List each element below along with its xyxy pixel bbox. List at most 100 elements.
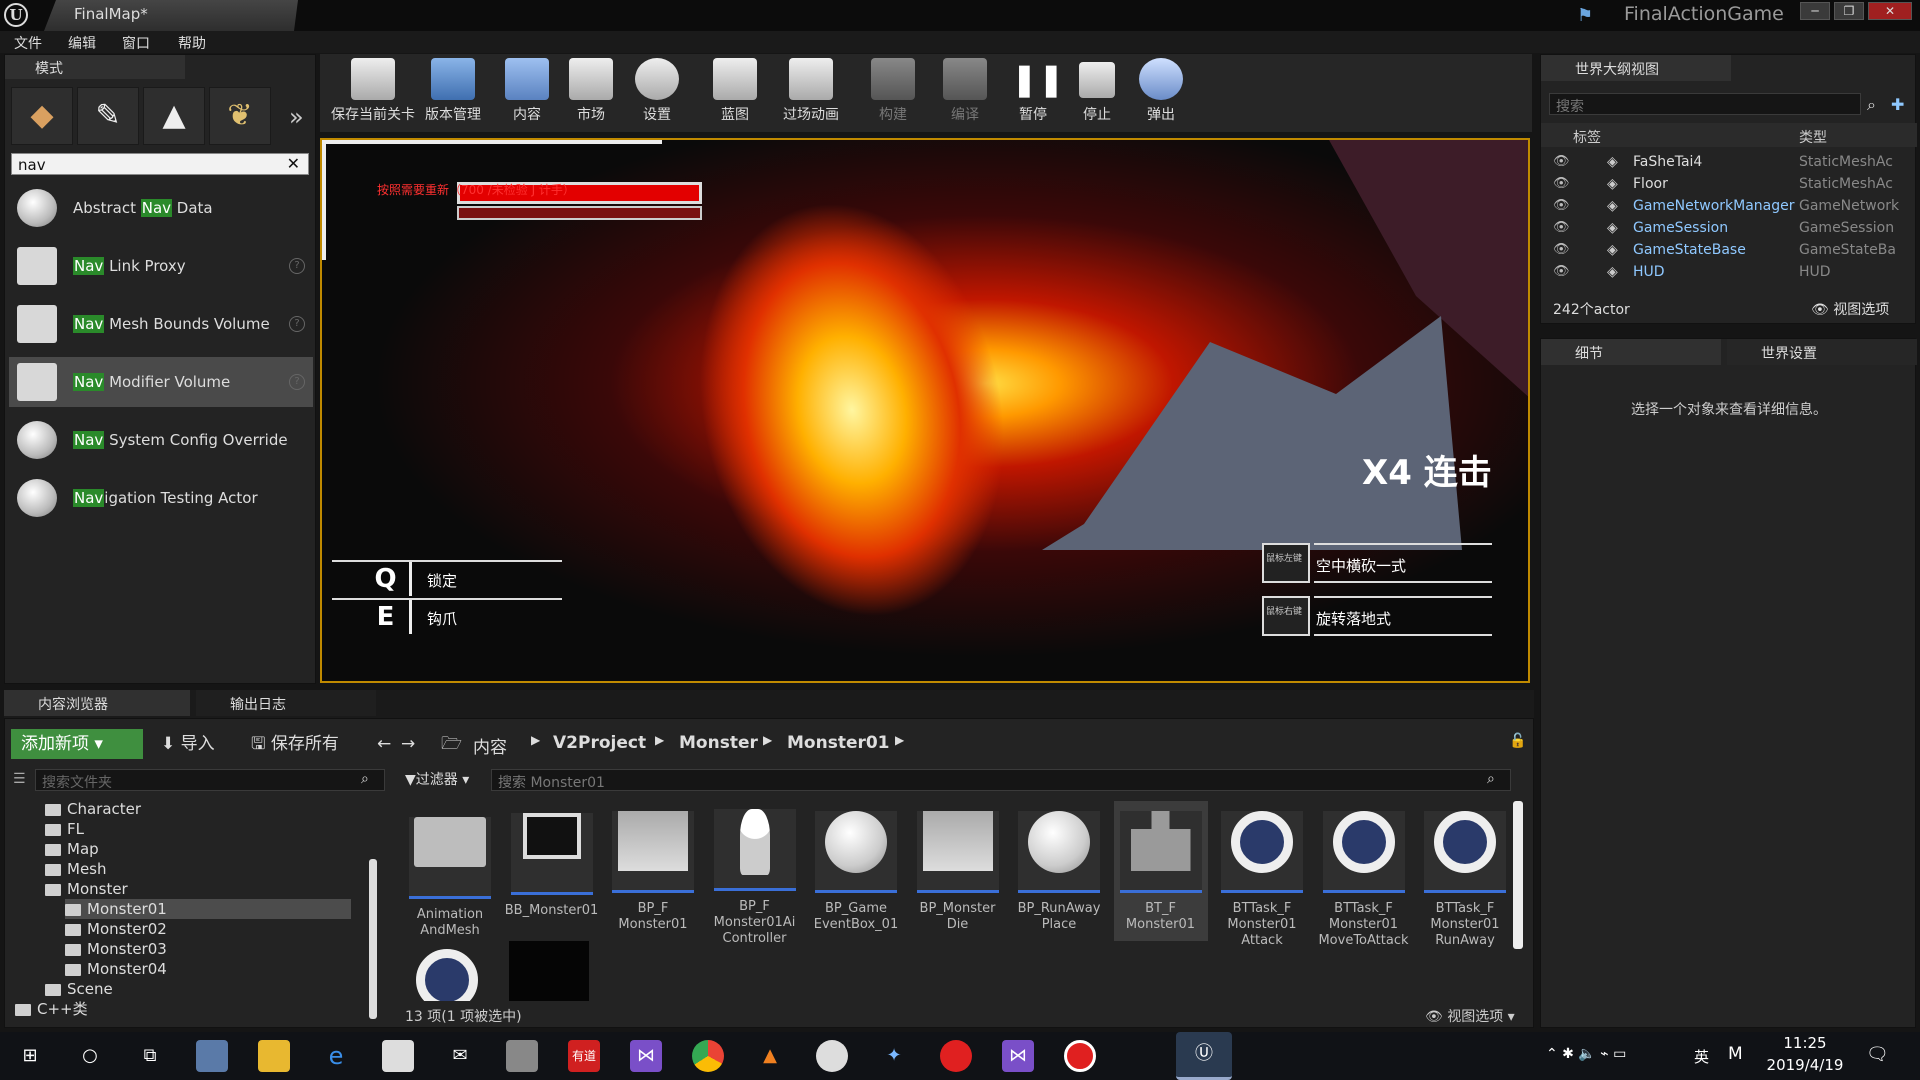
filters-button[interactable]: ▼过滤器 ▾ xyxy=(405,769,469,789)
clock-time[interactable]: 11:25 xyxy=(1770,1034,1840,1052)
mail-icon[interactable]: ✉ xyxy=(444,1040,476,1072)
youdao-icon[interactable]: 有道 xyxy=(568,1040,600,1072)
lock-icon[interactable]: 🔓 xyxy=(1509,733,1526,749)
class-search-input[interactable]: nav ✕ xyxy=(11,153,309,175)
nav-class-item[interactable]: Nav Link Proxy? xyxy=(9,241,313,291)
outliner-row[interactable]: 👁 ◈ GameSession GameSession xyxy=(1541,217,1901,239)
source-control-button[interactable]: 版本管理 xyxy=(418,58,488,130)
menu-window[interactable]: 窗口 xyxy=(122,33,150,53)
place-mode-icon[interactable]: ◆ xyxy=(11,87,73,145)
game-viewport[interactable]: 按照需要重新（700 /未检验 J 计手） X4 连击 Q 锁定 E 钩爪 鼠标… xyxy=(320,138,1530,683)
modes-tab[interactable]: 模式 xyxy=(5,55,185,79)
world-settings-tab[interactable]: 世界设置 xyxy=(1727,339,1917,365)
netease-music-icon[interactable] xyxy=(940,1040,972,1072)
store-icon[interactable] xyxy=(382,1040,414,1072)
nav-class-item[interactable]: Abstract Nav Data xyxy=(9,183,313,233)
task-view-icon[interactable]: ⧉ xyxy=(134,1040,166,1072)
folder-tree-item[interactable]: Map xyxy=(45,839,351,859)
menu-help[interactable]: 帮助 xyxy=(178,33,206,53)
document-tab[interactable]: FinalMap* xyxy=(44,0,298,31)
folder-tree-item[interactable]: Character xyxy=(45,799,351,819)
visibility-eye-icon[interactable]: 👁 xyxy=(1553,261,1570,283)
visibility-eye-icon[interactable]: 👁 xyxy=(1553,195,1570,217)
outliner-row[interactable]: 👁 ◈ HUD HUD xyxy=(1541,261,1901,283)
asset-tile[interactable]: BB_Monster01 xyxy=(505,801,599,941)
feedback-flag-icon[interactable]: ⚑ xyxy=(1577,5,1597,26)
asset-tile-partial[interactable] xyxy=(509,941,589,1001)
asset-tile[interactable]: BP_Monster Die xyxy=(911,801,1005,941)
folder-tree-item[interactable]: Monster01 xyxy=(65,899,351,919)
col-type[interactable]: 类型 xyxy=(1799,127,1827,147)
tray-icons[interactable]: ⌃ ✱ 🔈 ⌁ ▭ xyxy=(1546,1046,1626,1062)
breadcrumb-monster01[interactable]: Monster01 xyxy=(787,733,890,753)
search-icon[interactable]: ○ xyxy=(74,1040,106,1072)
outliner-search-input[interactable]: 搜索 xyxy=(1549,93,1861,115)
content-browser-tab[interactable]: 内容浏览器 xyxy=(4,690,190,716)
asset-tile[interactable]: BTTask_F Monster01 MoveToAttack xyxy=(1317,801,1411,948)
blueprints-button[interactable]: 蓝图 xyxy=(700,58,770,130)
folder-tree-item[interactable]: Monster04 xyxy=(65,959,351,979)
menu-file[interactable]: 文件 xyxy=(14,33,42,53)
minimize-button[interactable]: ─ xyxy=(1800,2,1830,20)
app-icon[interactable] xyxy=(196,1040,228,1072)
help-icon[interactable]: ? xyxy=(289,258,305,274)
clear-search-icon[interactable]: ✕ xyxy=(287,154,300,173)
nav-class-item[interactable]: Navigation Testing Actor xyxy=(9,473,313,523)
build-button[interactable]: 构建 xyxy=(858,58,928,130)
visibility-eye-icon[interactable]: 👁 xyxy=(1553,173,1570,195)
tree-scrollbar[interactable] xyxy=(369,859,377,1019)
outliner-view-options[interactable]: 👁 视图选项 xyxy=(1811,299,1889,319)
record-icon[interactable] xyxy=(1064,1040,1096,1072)
breadcrumb-content[interactable]: 内容 xyxy=(473,733,507,758)
content-button[interactable]: 内容 xyxy=(492,58,562,130)
windows-start-icon[interactable]: ⊞ xyxy=(14,1040,46,1072)
asset-search-input[interactable]: 搜索 Monster01 xyxy=(491,769,1511,791)
outliner-tab[interactable]: 世界大纲视图 xyxy=(1541,55,1731,81)
notification-icon[interactable]: 🗨 xyxy=(1866,1044,1889,1065)
file-explorer-icon[interactable] xyxy=(258,1040,290,1072)
unreal-editor-task-icon[interactable]: Ⓤ xyxy=(1176,1032,1232,1080)
edge-icon[interactable]: e xyxy=(320,1040,352,1072)
menu-edit[interactable]: 编辑 xyxy=(68,33,96,53)
visibility-eye-icon[interactable]: 👁 xyxy=(1553,239,1570,261)
ime-mode-icon[interactable]: M xyxy=(1728,1044,1743,1064)
asset-tile[interactable]: BTTask_F Monster01 Attack xyxy=(1215,801,1309,948)
folder-search-input[interactable]: 搜索文件夹 xyxy=(35,769,385,791)
paint-mode-icon[interactable]: ✎ xyxy=(77,87,139,145)
more-modes-icon[interactable]: » xyxy=(289,103,304,131)
folder-tree-item[interactable]: Mesh xyxy=(45,859,351,879)
help-icon[interactable]: ? xyxy=(289,316,305,332)
save-current-button[interactable]: 保存当前关卡 xyxy=(328,58,418,130)
visual-studio-icon[interactable]: ⋈ xyxy=(1002,1040,1034,1072)
back-icon[interactable]: ← xyxy=(377,729,391,759)
compile-button[interactable]: 编译 xyxy=(930,58,1000,130)
steam-icon[interactable] xyxy=(816,1040,848,1072)
nav-class-item[interactable]: Nav System Config Override xyxy=(9,415,313,465)
folder-tree-item[interactable]: FL xyxy=(45,819,351,839)
save-all-button[interactable]: 🖫 保存所有 xyxy=(251,729,339,759)
marketplace-button[interactable]: 市场 xyxy=(556,58,626,130)
stop-button[interactable]: 停止 xyxy=(1062,58,1132,130)
foliage-mode-icon[interactable]: ❦ xyxy=(209,87,271,145)
close-button[interactable]: ✕ xyxy=(1868,2,1912,20)
chrome-icon[interactable] xyxy=(692,1040,724,1072)
nav-class-item[interactable]: Nav Modifier Volume? xyxy=(9,357,313,407)
app-icon[interactable] xyxy=(506,1040,538,1072)
help-icon[interactable]: ? xyxy=(289,374,305,390)
cinematics-button[interactable]: 过场动画 xyxy=(768,58,854,130)
col-label[interactable]: 标签 xyxy=(1573,127,1601,147)
asset-tile-partial[interactable] xyxy=(407,941,487,1001)
asset-tile[interactable]: BP_Game EventBox_01 xyxy=(809,801,903,941)
details-tab[interactable]: 细节 xyxy=(1541,339,1721,365)
asset-tile[interactable]: Animation AndMesh xyxy=(403,801,497,941)
maximize-button[interactable]: ❐ xyxy=(1834,2,1864,20)
asset-tile[interactable]: BT_F Monster01 xyxy=(1113,801,1208,941)
visibility-eye-icon[interactable]: 👁 xyxy=(1553,151,1570,173)
breadcrumb-monster[interactable]: Monster xyxy=(679,733,758,753)
settings-button[interactable]: 设置 xyxy=(622,58,692,130)
asset-tile[interactable]: BP_F Monster01 xyxy=(606,801,700,941)
asset-tile[interactable]: BTTask_F Monster01 RunAway xyxy=(1418,801,1512,948)
app-icon[interactable]: ✦ xyxy=(878,1040,910,1072)
outliner-row[interactable]: 👁 ◈ Floor StaticMeshAc xyxy=(1541,173,1901,195)
visibility-eye-icon[interactable]: 👁 xyxy=(1553,217,1570,239)
